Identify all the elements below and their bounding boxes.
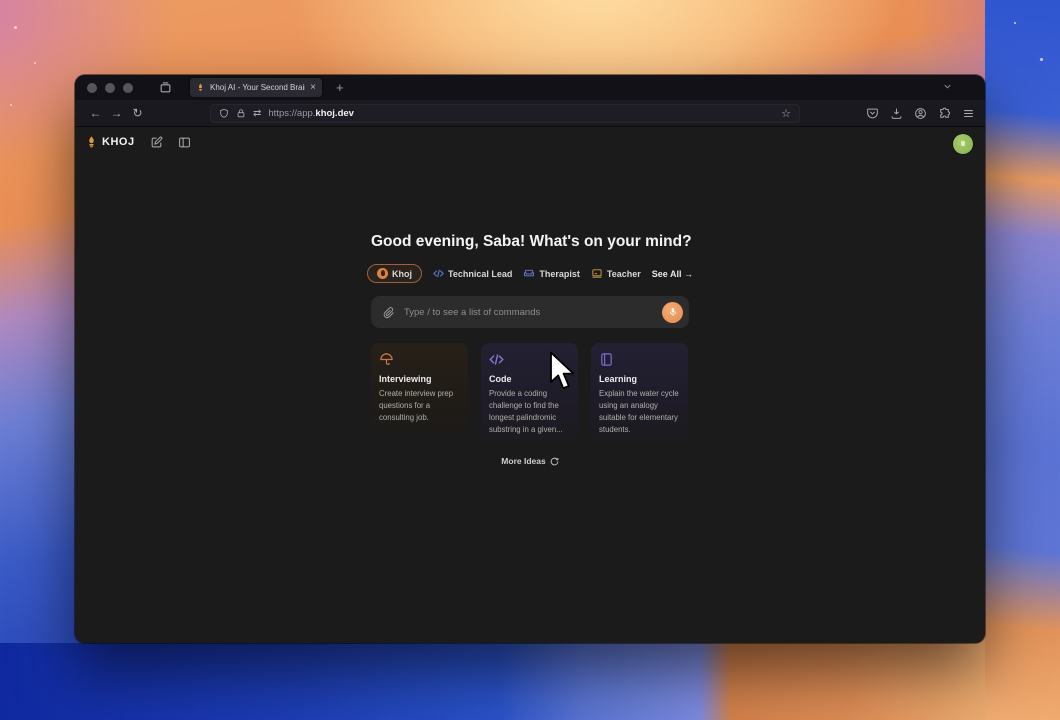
toolbar-right-icons bbox=[866, 100, 975, 126]
khoj-lamp-icon bbox=[89, 136, 94, 148]
tab-title: Khoj AI - Your Second Brain bbox=[210, 83, 306, 92]
browser-tab[interactable]: Khoj AI - Your Second Brain × bbox=[190, 78, 322, 97]
card-title: Interviewing bbox=[379, 374, 432, 384]
sidebar-toggle-icon[interactable] bbox=[178, 136, 191, 149]
khoj-logo[interactable]: KHOJ bbox=[85, 135, 135, 149]
greeting-heading: Good evening, Saba! What's on your mind? bbox=[371, 233, 692, 250]
pocket-icon[interactable] bbox=[866, 107, 879, 120]
chat-input-bar[interactable] bbox=[371, 296, 689, 328]
microphone-icon bbox=[669, 308, 676, 316]
agent-pill-khoj[interactable]: Khoj bbox=[367, 264, 423, 283]
notebook-icon bbox=[599, 352, 680, 367]
bookmark-star-icon[interactable]: ☆ bbox=[781, 107, 791, 120]
wallpaper-right-band bbox=[985, 0, 1060, 720]
url-bar[interactable]: ⇄ https://app.khoj.dev ☆ bbox=[210, 104, 800, 123]
refresh-ccw-icon bbox=[550, 457, 559, 466]
close-window-button[interactable] bbox=[87, 82, 97, 93]
back-button[interactable]: ← bbox=[85, 106, 106, 120]
card-body: Explain the water cycle using an analogy… bbox=[599, 389, 679, 435]
sparkle bbox=[1040, 58, 1043, 61]
khoj-agent-icon bbox=[377, 268, 389, 279]
tracking-protection-shield-icon[interactable] bbox=[219, 108, 229, 119]
card-title: Code bbox=[489, 374, 512, 384]
agent-pill-teacher[interactable]: Teacher bbox=[591, 268, 641, 279]
voice-mic-button[interactable] bbox=[662, 301, 683, 323]
profile-avatar[interactable] bbox=[953, 134, 973, 154]
list-all-tabs-icon[interactable] bbox=[942, 81, 953, 92]
agent-pill-technical-lead[interactable]: Technical Lead bbox=[433, 268, 512, 279]
sparkle bbox=[10, 104, 12, 106]
zoom-window-button[interactable] bbox=[123, 82, 133, 93]
suggestion-card-learning[interactable]: Learning Explain the water cycle using a… bbox=[591, 343, 688, 439]
suggestion-card-code[interactable]: Code Provide a coding challenge to find … bbox=[481, 343, 578, 439]
card-body: Create interview prep questions for a co… bbox=[379, 389, 454, 423]
url-text[interactable]: https://app.khoj.dev bbox=[268, 108, 354, 119]
traffic-lights bbox=[87, 82, 133, 93]
agent-pills-row: Khoj Technical Lead Therapist Teacher Se… bbox=[367, 264, 693, 283]
new-tab-button[interactable]: + bbox=[336, 80, 344, 95]
see-all-link[interactable]: See All → bbox=[652, 269, 693, 279]
lock-icon[interactable] bbox=[236, 108, 246, 119]
reload-button[interactable]: ↻ bbox=[127, 106, 148, 120]
attach-paperclip-icon[interactable] bbox=[383, 306, 395, 319]
browser-tab-bar: Khoj AI - Your Second Brain × + bbox=[75, 75, 985, 100]
brand-text: KHOJ bbox=[102, 136, 135, 148]
sparkle bbox=[34, 62, 36, 64]
downloads-icon[interactable] bbox=[890, 107, 903, 120]
minimize-window-button[interactable] bbox=[105, 82, 115, 93]
close-tab-icon[interactable]: × bbox=[310, 82, 316, 93]
app-header: KHOJ bbox=[85, 135, 191, 149]
chalkboard-icon bbox=[591, 268, 603, 279]
agent-pill-therapist[interactable]: Therapist bbox=[523, 268, 580, 279]
container-swap-icon[interactable]: ⇄ bbox=[253, 108, 261, 119]
main-content: Good evening, Saba! What's on your mind?… bbox=[367, 233, 693, 466]
wallpaper-bottom-band bbox=[0, 643, 1060, 720]
couch-icon bbox=[523, 268, 535, 279]
extensions-icon[interactable] bbox=[938, 107, 951, 120]
browser-toolbar: ← → ↻ ⇄ https://app.khoj.dev ☆ bbox=[75, 100, 985, 127]
new-chat-icon[interactable] bbox=[150, 136, 163, 149]
suggestion-card-interviewing[interactable]: Interviewing Create interview prep quest… bbox=[371, 343, 468, 439]
chat-input[interactable] bbox=[404, 306, 653, 318]
forward-button[interactable]: → bbox=[106, 106, 127, 120]
code-icon bbox=[433, 268, 444, 279]
account-icon[interactable] bbox=[914, 107, 927, 120]
sparkle bbox=[1014, 22, 1016, 24]
desktop-wallpaper: Khoj AI - Your Second Brain × + ← → ↻ ⇄ bbox=[0, 0, 1060, 720]
card-body: Provide a coding challenge to find the l… bbox=[489, 389, 563, 435]
suggestion-cards: Interviewing Create interview prep quest… bbox=[371, 343, 689, 439]
khoj-favicon bbox=[196, 83, 205, 92]
khoj-app-page: KHOJ Good evening, Saba! What's on your … bbox=[75, 127, 985, 643]
tab-overview-icon[interactable] bbox=[159, 81, 172, 94]
menu-hamburger-icon[interactable] bbox=[962, 107, 975, 120]
sparkle bbox=[14, 26, 17, 29]
code-icon bbox=[489, 352, 570, 367]
more-ideas-link[interactable]: More Ideas bbox=[371, 456, 689, 466]
browser-window: Khoj AI - Your Second Brain × + ← → ↻ ⇄ bbox=[75, 75, 985, 643]
card-title: Learning bbox=[599, 374, 638, 384]
umbrella-icon bbox=[379, 352, 460, 367]
